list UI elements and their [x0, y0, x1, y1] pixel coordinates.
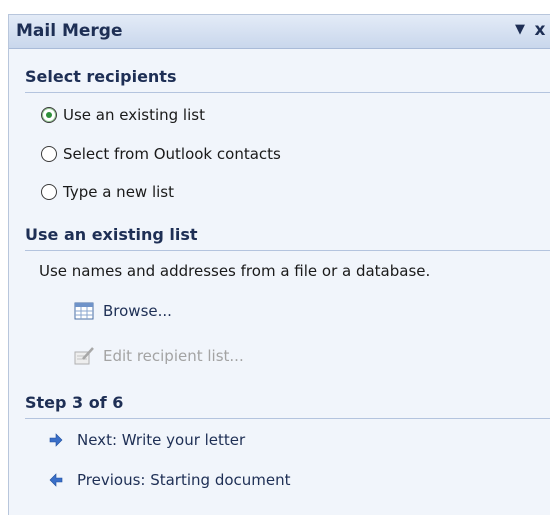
section-heading-label: Use an existing list	[25, 225, 198, 244]
browse-link[interactable]: Browse...	[73, 299, 172, 323]
arrow-right-icon	[49, 433, 63, 447]
radio-label: Type a new list	[63, 183, 174, 201]
pane-titlebar: Mail Merge ▼ x	[9, 15, 550, 49]
previous-step-label: Previous: Starting document	[77, 471, 291, 489]
section-heading-use-existing-list: Use an existing list	[25, 225, 550, 251]
arrow-left-icon	[49, 473, 63, 487]
pane-options-dropdown-icon[interactable]: ▼	[512, 22, 528, 38]
section-heading-label: Step 3 of 6	[25, 393, 124, 412]
edit-list-icon	[73, 345, 95, 367]
edit-recipient-list-label: Edit recipient list...	[103, 347, 244, 365]
radio-select-outlook-contacts[interactable]: Select from Outlook contacts	[41, 142, 281, 166]
section-heading-step: Step 3 of 6	[25, 393, 550, 419]
mail-merge-pane: Mail Merge ▼ x Select recipients Use an …	[8, 14, 550, 515]
existing-list-description: Use names and addresses from a file or a…	[39, 262, 431, 280]
radio-label: Use an existing list	[63, 106, 205, 124]
edit-recipient-list-link: Edit recipient list...	[73, 344, 244, 368]
next-step-link[interactable]: Next: Write your letter	[49, 429, 245, 451]
browse-label: Browse...	[103, 302, 172, 320]
radio-label: Select from Outlook contacts	[63, 145, 281, 163]
pane-title: Mail Merge	[16, 21, 123, 41]
section-heading-select-recipients: Select recipients	[25, 67, 550, 93]
radio-type-new-list[interactable]: Type a new list	[41, 180, 174, 204]
next-step-label: Next: Write your letter	[77, 431, 246, 449]
radio-use-existing-list[interactable]: Use an existing list	[41, 103, 205, 127]
previous-step-link[interactable]: Previous: Starting document	[49, 469, 291, 491]
table-icon	[73, 300, 95, 322]
radio-button-checked[interactable]	[41, 107, 57, 123]
close-icon[interactable]: x	[532, 20, 548, 40]
section-heading-label: Select recipients	[25, 67, 177, 86]
radio-button[interactable]	[41, 146, 57, 162]
radio-button[interactable]	[41, 184, 57, 200]
